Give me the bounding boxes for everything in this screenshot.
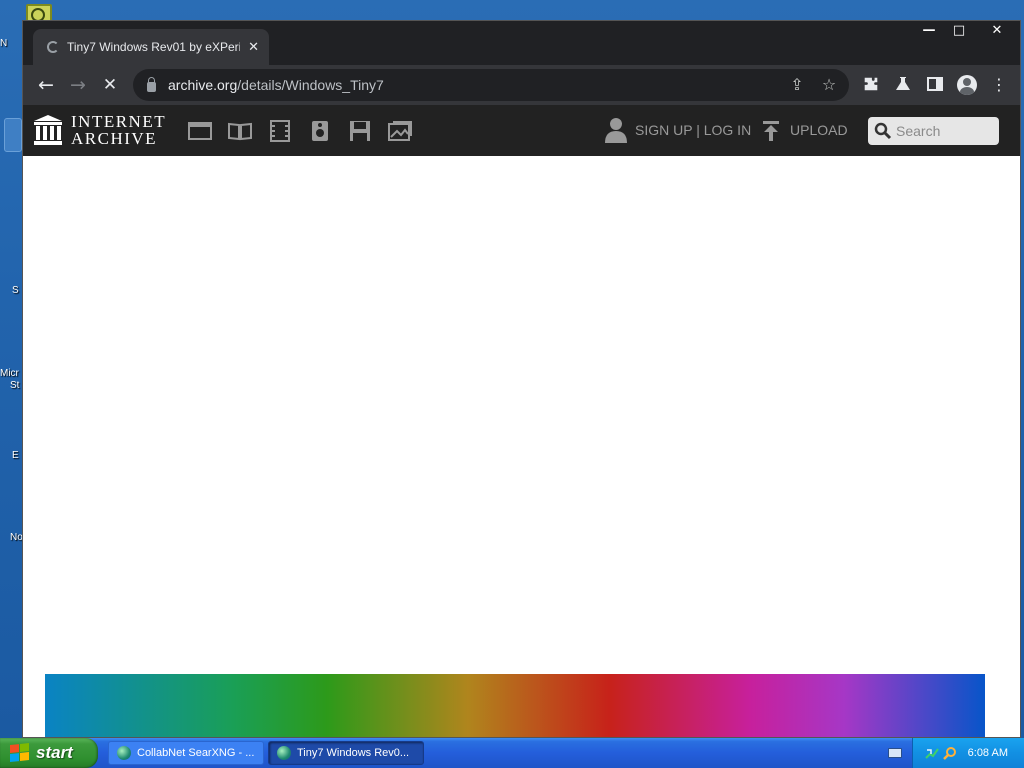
desktop-icon-label[interactable]: Micr xyxy=(0,368,22,379)
search-input[interactable] xyxy=(896,123,991,139)
desktop-icon-label[interactable]: N xyxy=(0,38,22,49)
title-bar[interactable]: Tiny7 Windows Rev01 by eXPerien ✕ — □ ✕ xyxy=(23,21,1020,65)
taskbar-item-tiny7[interactable]: Tiny7 Windows Rev0... xyxy=(268,741,424,765)
desktop-icon[interactable] xyxy=(4,118,22,152)
video-icon[interactable] xyxy=(268,120,292,142)
browser-app-icon xyxy=(277,746,291,760)
taskbar-item-label: CollabNet SearXNG - ... xyxy=(137,747,255,759)
taskbar: start CollabNet SearXNG - ... Tiny7 Wind… xyxy=(0,738,1024,768)
clock[interactable]: 6:08 AM xyxy=(968,747,1008,759)
windows-logo-icon xyxy=(10,743,30,763)
software-icon[interactable] xyxy=(348,120,372,142)
side-panel-icon[interactable] xyxy=(925,75,945,95)
search-icon[interactable] xyxy=(874,122,892,140)
ia-top-nav: INTERNET ARCHIVE SIGN UP | LOG IN UPLOAD… xyxy=(23,105,1020,156)
browser-tab[interactable]: Tiny7 Windows Rev01 by eXPerien ✕ xyxy=(33,29,269,65)
tab-title: Tiny7 Windows Rev01 by eXPerien xyxy=(67,40,241,54)
rainbow-banner-image xyxy=(45,674,985,737)
more-menu-icon[interactable]: ⋮ xyxy=(989,75,1009,95)
system-tray: 6:08 AM xyxy=(912,738,1024,768)
window-controls: — □ ✕ xyxy=(914,21,1020,41)
page-content xyxy=(23,156,1020,737)
share-icon[interactable]: ⇪ xyxy=(787,75,807,95)
desktop-icon-label[interactable]: S xyxy=(12,285,22,296)
ia-logo-icon[interactable] xyxy=(34,115,62,145)
back-button[interactable]: ← xyxy=(32,71,60,99)
taskbar-item-label: Tiny7 Windows Rev0... xyxy=(297,747,410,759)
taskbar-item-searxng[interactable]: CollabNet SearXNG - ... xyxy=(108,741,264,765)
browser-app-icon xyxy=(117,746,131,760)
search-tray-icon[interactable] xyxy=(943,746,957,760)
browser-toolbar: ← → ✕ archive.org/details/Windows_Tiny7 … xyxy=(23,65,1020,105)
desktop-icon-label[interactable]: St xyxy=(10,380,22,391)
browser-window: Tiny7 Windows Rev01 by eXPerien ✕ — □ ✕ … xyxy=(22,20,1021,738)
address-bar[interactable]: archive.org/details/Windows_Tiny7 ⇪ ☆ xyxy=(133,69,849,101)
minimize-button[interactable]: — xyxy=(914,21,944,41)
lock-icon[interactable] xyxy=(147,76,156,92)
start-label: start xyxy=(36,743,73,762)
keyboard-icon[interactable] xyxy=(888,748,902,758)
url-text[interactable]: archive.org/details/Windows_Tiny7 xyxy=(168,77,384,93)
profile-avatar-icon[interactable] xyxy=(957,75,977,95)
ia-search-box[interactable] xyxy=(868,117,999,145)
desktop-icon-label[interactable]: No xyxy=(10,532,22,543)
maximize-button[interactable]: □ xyxy=(944,21,974,41)
sign-up-log-in-link[interactable]: SIGN UP | LOG IN xyxy=(635,122,751,138)
desktop-icon-label[interactable]: E xyxy=(12,450,22,461)
user-icon[interactable] xyxy=(605,117,627,143)
stop-loading-button[interactable]: ✕ xyxy=(96,71,124,99)
upload-link[interactable]: UPLOAD xyxy=(790,122,848,138)
upload-icon[interactable] xyxy=(761,120,781,142)
images-icon[interactable] xyxy=(388,120,412,142)
tab-close-icon[interactable]: ✕ xyxy=(248,40,259,55)
texts-icon[interactable] xyxy=(228,120,252,142)
ia-logo-text[interactable]: INTERNET ARCHIVE xyxy=(71,113,166,147)
audio-icon[interactable] xyxy=(308,120,332,142)
labs-flask-icon[interactable] xyxy=(893,75,913,95)
web-icon[interactable] xyxy=(188,120,212,142)
forward-button[interactable]: → xyxy=(64,71,92,99)
loading-spinner-icon xyxy=(47,41,59,53)
close-button[interactable]: ✕ xyxy=(974,21,1020,41)
extensions-icon[interactable] xyxy=(861,75,881,95)
bookmark-star-icon[interactable]: ☆ xyxy=(819,75,839,95)
network-icon[interactable] xyxy=(925,746,939,760)
start-button[interactable]: start xyxy=(0,738,98,768)
